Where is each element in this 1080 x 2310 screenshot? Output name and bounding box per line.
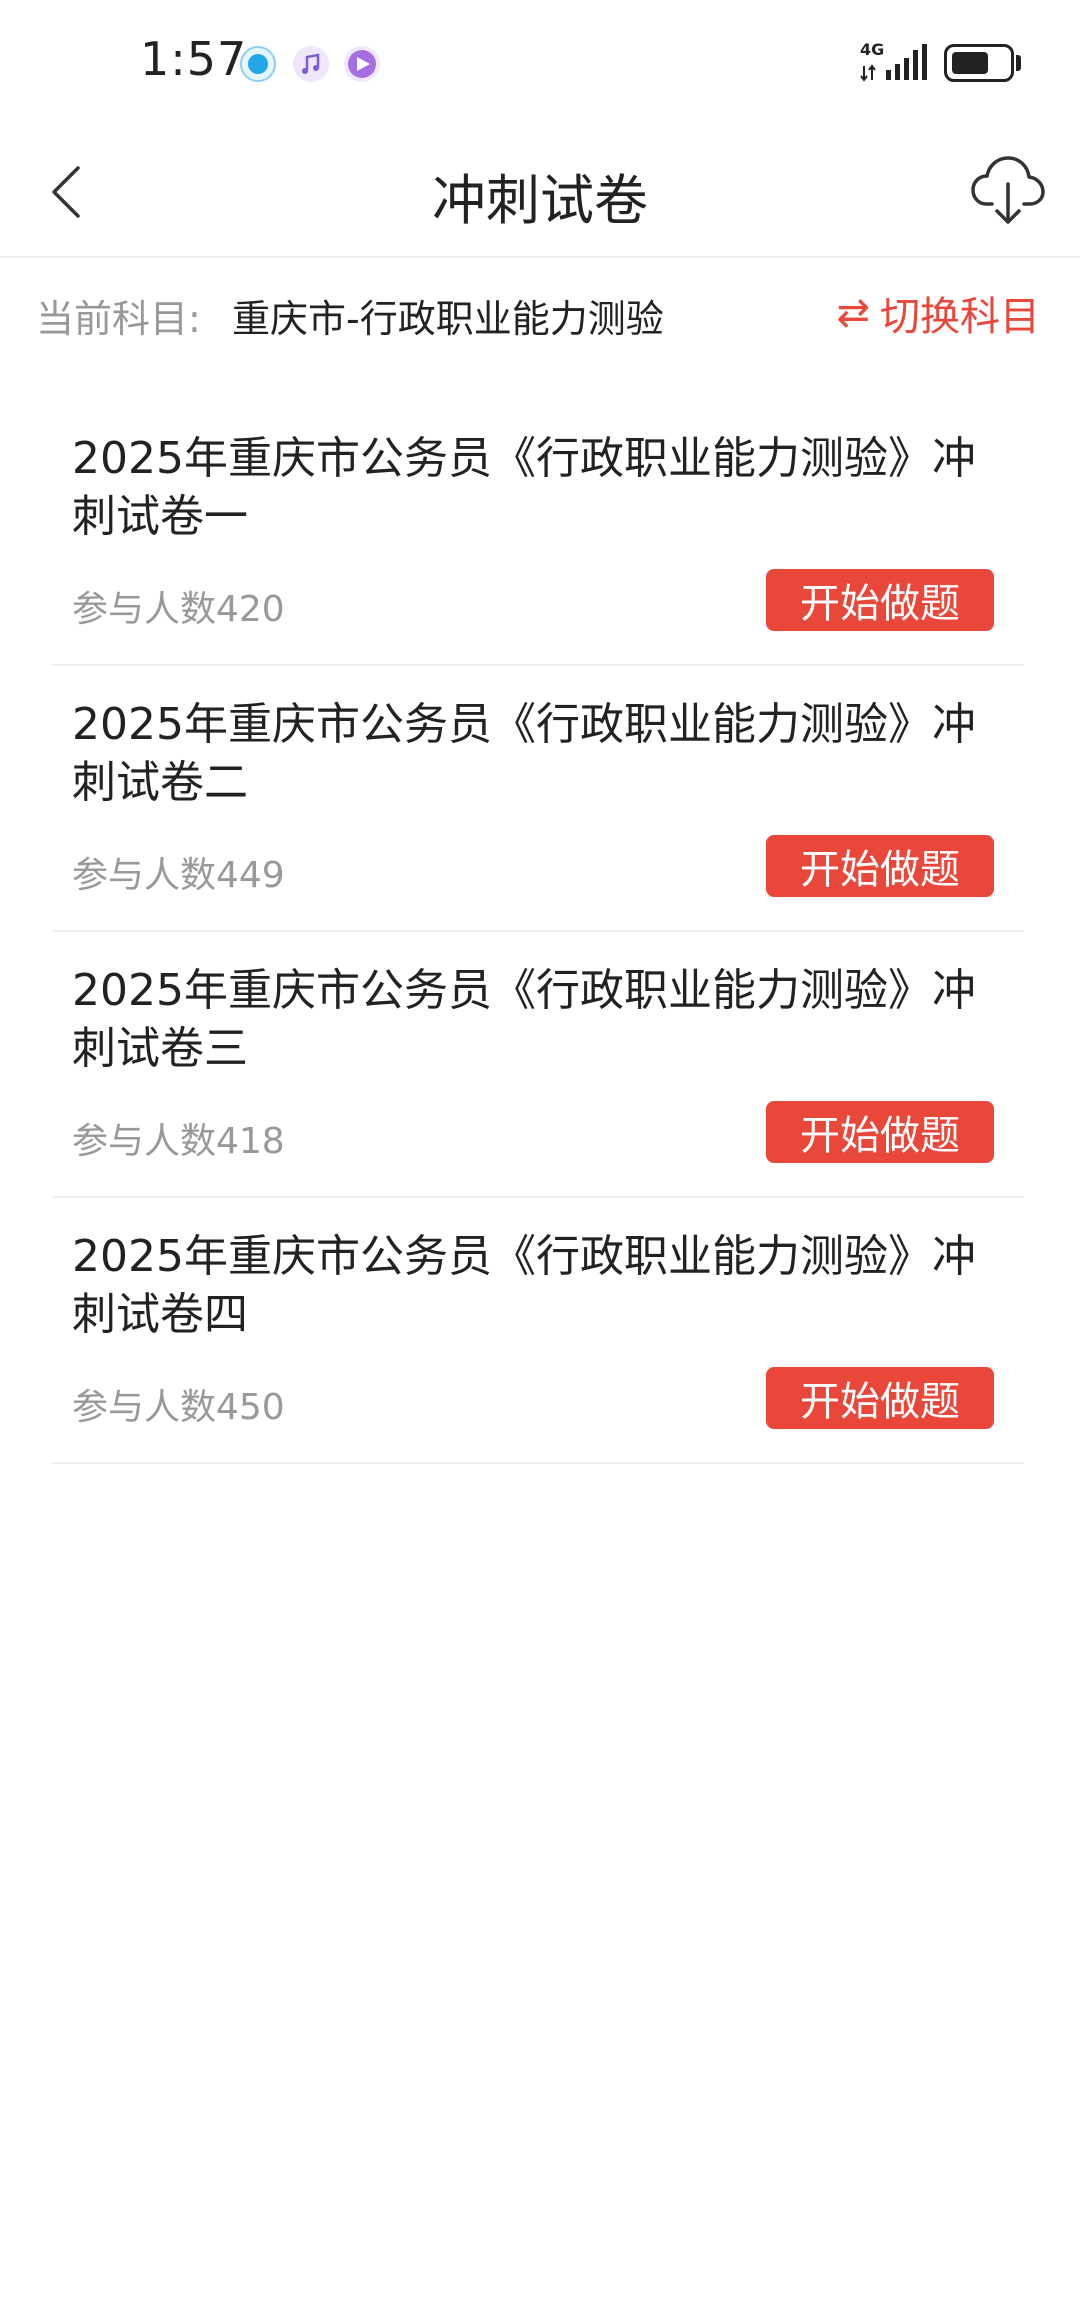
page-title: 冲刺试卷 bbox=[432, 169, 648, 232]
subject-label: 当前科目: bbox=[36, 297, 201, 341]
participant-count: 参与人数450 bbox=[72, 1387, 285, 1428]
list-item[interactable]: 2025年重庆市公务员《行政职业能力测验》冲刺试卷一 参与人数420 开始做题 bbox=[52, 400, 1024, 666]
cloud-download-icon bbox=[971, 156, 1045, 224]
switch-subject-button[interactable]: ⇄ 切换科目 bbox=[836, 284, 1040, 342]
list-item[interactable]: 2025年重庆市公务员《行政职业能力测验》冲刺试卷二 参与人数449 开始做题 bbox=[52, 666, 1024, 932]
battery-tip bbox=[1016, 55, 1021, 71]
exam-title: 2025年重庆市公务员《行政职业能力测验》冲刺试卷三 bbox=[72, 965, 976, 1074]
status-bar: 1:57 4G bbox=[0, 0, 1080, 130]
signal-icon: 4G bbox=[860, 40, 930, 84]
download-button[interactable] bbox=[970, 150, 1046, 230]
exam-title: 2025年重庆市公务员《行政职业能力测验》冲刺试卷二 bbox=[72, 699, 976, 808]
music-note-icon bbox=[293, 46, 329, 82]
subject-value: 重庆市-行政职业能力测验 bbox=[232, 297, 664, 341]
start-exam-button[interactable]: 开始做题 bbox=[766, 1367, 994, 1429]
list-item[interactable]: 2025年重庆市公务员《行政职业能力测验》冲刺试卷三 参与人数418 开始做题 bbox=[52, 932, 1024, 1198]
triangle-app-icon bbox=[344, 46, 380, 82]
participant-count: 参与人数420 bbox=[72, 589, 285, 630]
shield-check-icon bbox=[240, 46, 276, 82]
switch-subject-label: 切换科目 bbox=[880, 294, 1040, 340]
status-time: 1:57 bbox=[140, 32, 248, 86]
participant-count: 参与人数449 bbox=[72, 855, 285, 896]
participant-count: 参与人数418 bbox=[72, 1121, 285, 1162]
start-exam-button[interactable]: 开始做题 bbox=[766, 1101, 994, 1163]
subject-bar: 当前科目: 重庆市-行政职业能力测验 ⇄ 切换科目 bbox=[0, 258, 1080, 368]
start-exam-button[interactable]: 开始做题 bbox=[766, 569, 994, 631]
header: 冲刺试卷 bbox=[0, 130, 1080, 258]
exam-title: 2025年重庆市公务员《行政职业能力测验》冲刺试卷四 bbox=[72, 1231, 976, 1340]
battery-icon bbox=[944, 44, 1014, 82]
exam-title: 2025年重庆市公务员《行政职业能力测验》冲刺试卷一 bbox=[72, 433, 976, 542]
exam-list: 2025年重庆市公务员《行政职业能力测验》冲刺试卷一 参与人数420 开始做题 … bbox=[52, 400, 1024, 1464]
start-exam-button[interactable]: 开始做题 bbox=[766, 835, 994, 897]
list-item[interactable]: 2025年重庆市公务员《行政职业能力测验》冲刺试卷四 参与人数450 开始做题 bbox=[52, 1198, 1024, 1464]
swap-arrows-icon: ⇄ bbox=[836, 290, 870, 336]
